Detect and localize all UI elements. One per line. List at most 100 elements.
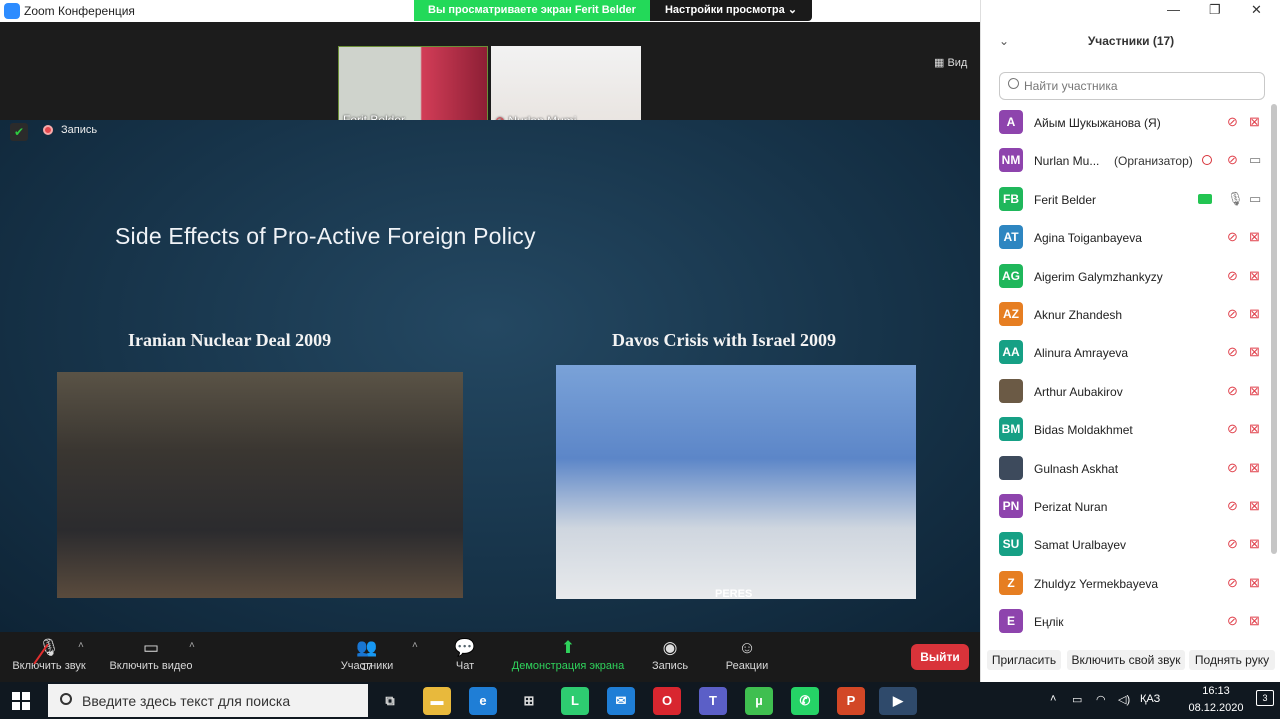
video-off-icon[interactable]: ⊠	[1249, 268, 1260, 284]
mic-options-caret-icon[interactable]: ˄	[78, 640, 84, 651]
minimize-icon[interactable]: —	[1167, 2, 1180, 17]
slide-photo-nuclear-deal	[57, 372, 463, 598]
participants-button[interactable]: 👥17 Участники	[332, 632, 402, 682]
reactions-button[interactable]: ☺ Реакции	[720, 632, 774, 682]
zoom-taskbar-icon[interactable]: ▶	[879, 687, 917, 715]
invite-button[interactable]: Пригласить	[987, 650, 1061, 670]
battery-icon[interactable]: ▭	[1072, 693, 1082, 706]
meeting-toolbar: 🎙 Включить звук ˄ ▭ Включить видео ˄ 👥17…	[0, 632, 980, 682]
people-icon: 👥17	[356, 638, 378, 673]
chat-icon: 💬	[454, 638, 476, 657]
participant-row[interactable]: PN Perizat Nuran ⊘ ⊠	[997, 488, 1269, 526]
windows-start-icon[interactable]	[12, 692, 30, 710]
muted-mic-icon[interactable]: ⊘	[1227, 575, 1238, 591]
participant-row[interactable]: Arthur Aubakirov ⊘ ⊠	[997, 373, 1269, 411]
video-off-icon[interactable]: ⊠	[1249, 498, 1260, 514]
mail-icon[interactable]: ✉	[607, 687, 635, 715]
chat-button[interactable]: 💬 Чат	[440, 632, 490, 682]
participant-row[interactable]: NM Nurlan Mu... (Организатор) ⊘ ▭	[997, 142, 1269, 180]
file-explorer-icon[interactable]: ▬	[423, 687, 451, 715]
participant-row[interactable]: AA Alinura Amrayeva ⊘ ⊠	[997, 334, 1269, 372]
participant-row[interactable]: AT Agina Toiganbayeva ⊘ ⊠	[997, 219, 1269, 257]
notifications-icon[interactable]: 3	[1256, 690, 1274, 706]
video-icon[interactable]: ▭	[1249, 191, 1261, 207]
muted-mic-icon[interactable]: ⊘	[1227, 229, 1238, 245]
edge-browser-icon[interactable]: e	[469, 687, 497, 715]
video-off-icon[interactable]: ⊠	[1249, 613, 1260, 629]
participant-search-input[interactable]: Найти участника	[999, 72, 1265, 100]
leave-button[interactable]: Выйти	[911, 644, 969, 670]
muted-mic-icon[interactable]: ⊘	[1227, 344, 1238, 360]
slide-photo-davos	[556, 365, 916, 599]
muted-mic-icon[interactable]: ⊘	[1227, 613, 1238, 629]
video-icon[interactable]: ▭	[1249, 152, 1261, 168]
video-off-icon[interactable]: ⊠	[1249, 460, 1260, 476]
avatar: A	[999, 110, 1023, 134]
participant-row[interactable]: Z Zhuldyz Yermekbayeva ⊘ ⊠	[997, 565, 1269, 603]
wifi-icon[interactable]: ◠	[1096, 693, 1106, 706]
window-controls: — ❐ ✕	[981, 0, 1280, 22]
security-shield-icon[interactable]: ✔	[10, 123, 28, 141]
video-off-icon[interactable]: ⊠	[1249, 536, 1260, 552]
system-tray: ˄ ▭ ◠ ◁) ҚАЗ 16:13 08.12.2020 3	[1040, 682, 1280, 719]
participant-name: Nurlan Mu...	[1034, 154, 1100, 169]
raise-hand-button[interactable]: Поднять руку	[1189, 650, 1275, 670]
store-icon[interactable]: ⊞	[515, 687, 543, 715]
participants-caret-icon[interactable]: ˄	[412, 640, 418, 651]
powerpoint-icon[interactable]: P	[837, 687, 865, 715]
video-off-icon[interactable]: ⊠	[1249, 306, 1260, 322]
task-view-icon[interactable]: ⧉	[376, 687, 404, 715]
whatsapp-icon[interactable]: ✆	[791, 687, 819, 715]
video-options-caret-icon[interactable]: ˄	[189, 640, 195, 651]
muted-mic-icon[interactable]: ⊘	[1227, 268, 1238, 284]
video-off-icon[interactable]: ⊠	[1249, 344, 1260, 360]
muted-mic-icon[interactable]: ⊘	[1227, 114, 1238, 130]
close-icon[interactable]: ✕	[1251, 2, 1262, 18]
clock-date[interactable]: 08.12.2020	[1186, 702, 1246, 714]
taskbar-search-input[interactable]: Введите здесь текст для поиска	[48, 684, 368, 717]
muted-mic-icon[interactable]: ⊘	[1227, 536, 1238, 552]
show-hidden-icons-icon[interactable]: ˄	[1050, 693, 1056, 705]
participant-row[interactable]: AG Aigerim Galymzhankyzy ⊘ ⊠	[997, 258, 1269, 296]
video-off-icon[interactable]: ⊠	[1249, 421, 1260, 437]
maximize-icon[interactable]: ❐	[1209, 2, 1221, 18]
participant-list: A Айым Шукыжанова (Я) ⊘ ⊠ NM Nurlan Mu... (Орг…	[997, 104, 1269, 634]
teams-icon[interactable]: T	[699, 687, 727, 715]
participant-row[interactable]: E Еңлік ⊘ ⊠	[997, 603, 1269, 634]
video-off-icon[interactable]: ⊠	[1249, 575, 1260, 591]
participant-name: Alinura Amrayeva	[1034, 346, 1129, 361]
record-button[interactable]: ◉ Запись	[645, 632, 695, 682]
muted-mic-icon[interactable]: ⊘	[1227, 383, 1238, 399]
video-off-icon[interactable]: ⊠	[1249, 383, 1260, 399]
view-button[interactable]: ▦ Вид	[934, 56, 967, 69]
participant-row[interactable]: A Айым Шукыжанова (Я) ⊘ ⊠	[997, 104, 1269, 142]
app-l-icon[interactable]: L	[561, 687, 589, 715]
video-thumbnail[interactable]: Ferit Belder	[338, 46, 488, 131]
participant-row[interactable]: SU Samat Uralbayev ⊘ ⊠	[997, 526, 1269, 564]
language-indicator[interactable]: ҚАЗ	[1140, 693, 1160, 705]
share-screen-button[interactable]: ⬆ Демонстрация экрана	[505, 632, 631, 682]
opera-icon[interactable]: O	[653, 687, 681, 715]
volume-icon[interactable]: ◁)	[1118, 693, 1130, 706]
view-options-dropdown[interactable]: Настройки просмотра ⌄	[650, 0, 812, 21]
slide-caption-right: Davos Crisis with Israel 2009	[612, 330, 836, 350]
video-off-icon[interactable]: ⊠	[1249, 114, 1260, 130]
participant-row[interactable]: Gulnash Askhat ⊘ ⊠	[997, 450, 1269, 488]
video-off-icon[interactable]: ⊠	[1249, 229, 1260, 245]
start-video-button[interactable]: ▭ Включить видео	[105, 632, 197, 682]
utorrent-icon[interactable]: µ	[745, 687, 773, 715]
panel-scrollbar[interactable]	[1271, 104, 1277, 554]
muted-mic-icon[interactable]: ⊘	[1227, 421, 1238, 437]
mic-icon[interactable]: 🎙	[1227, 191, 1244, 207]
muted-mic-icon[interactable]: ⊘	[1227, 460, 1238, 476]
participant-row[interactable]: FB Ferit Belder 🎙 ▭	[997, 181, 1269, 219]
participant-name: Gulnash Askhat	[1034, 461, 1119, 476]
muted-mic-icon[interactable]: ⊘	[1227, 152, 1238, 168]
participant-row[interactable]: AZ Aknur Zhandesh ⊘ ⊠	[997, 296, 1269, 334]
clock-time[interactable]: 16:13	[1186, 685, 1246, 697]
video-thumbnail[interactable]: ⊘ Nurlan Mumi...	[491, 46, 641, 131]
muted-mic-icon[interactable]: ⊘	[1227, 306, 1238, 322]
unmute-self-button[interactable]: Включить свой звук	[1067, 650, 1185, 670]
muted-mic-icon[interactable]: ⊘	[1227, 498, 1238, 514]
participant-row[interactable]: BM Bidas Moldakhmet ⊘ ⊠	[997, 411, 1269, 449]
